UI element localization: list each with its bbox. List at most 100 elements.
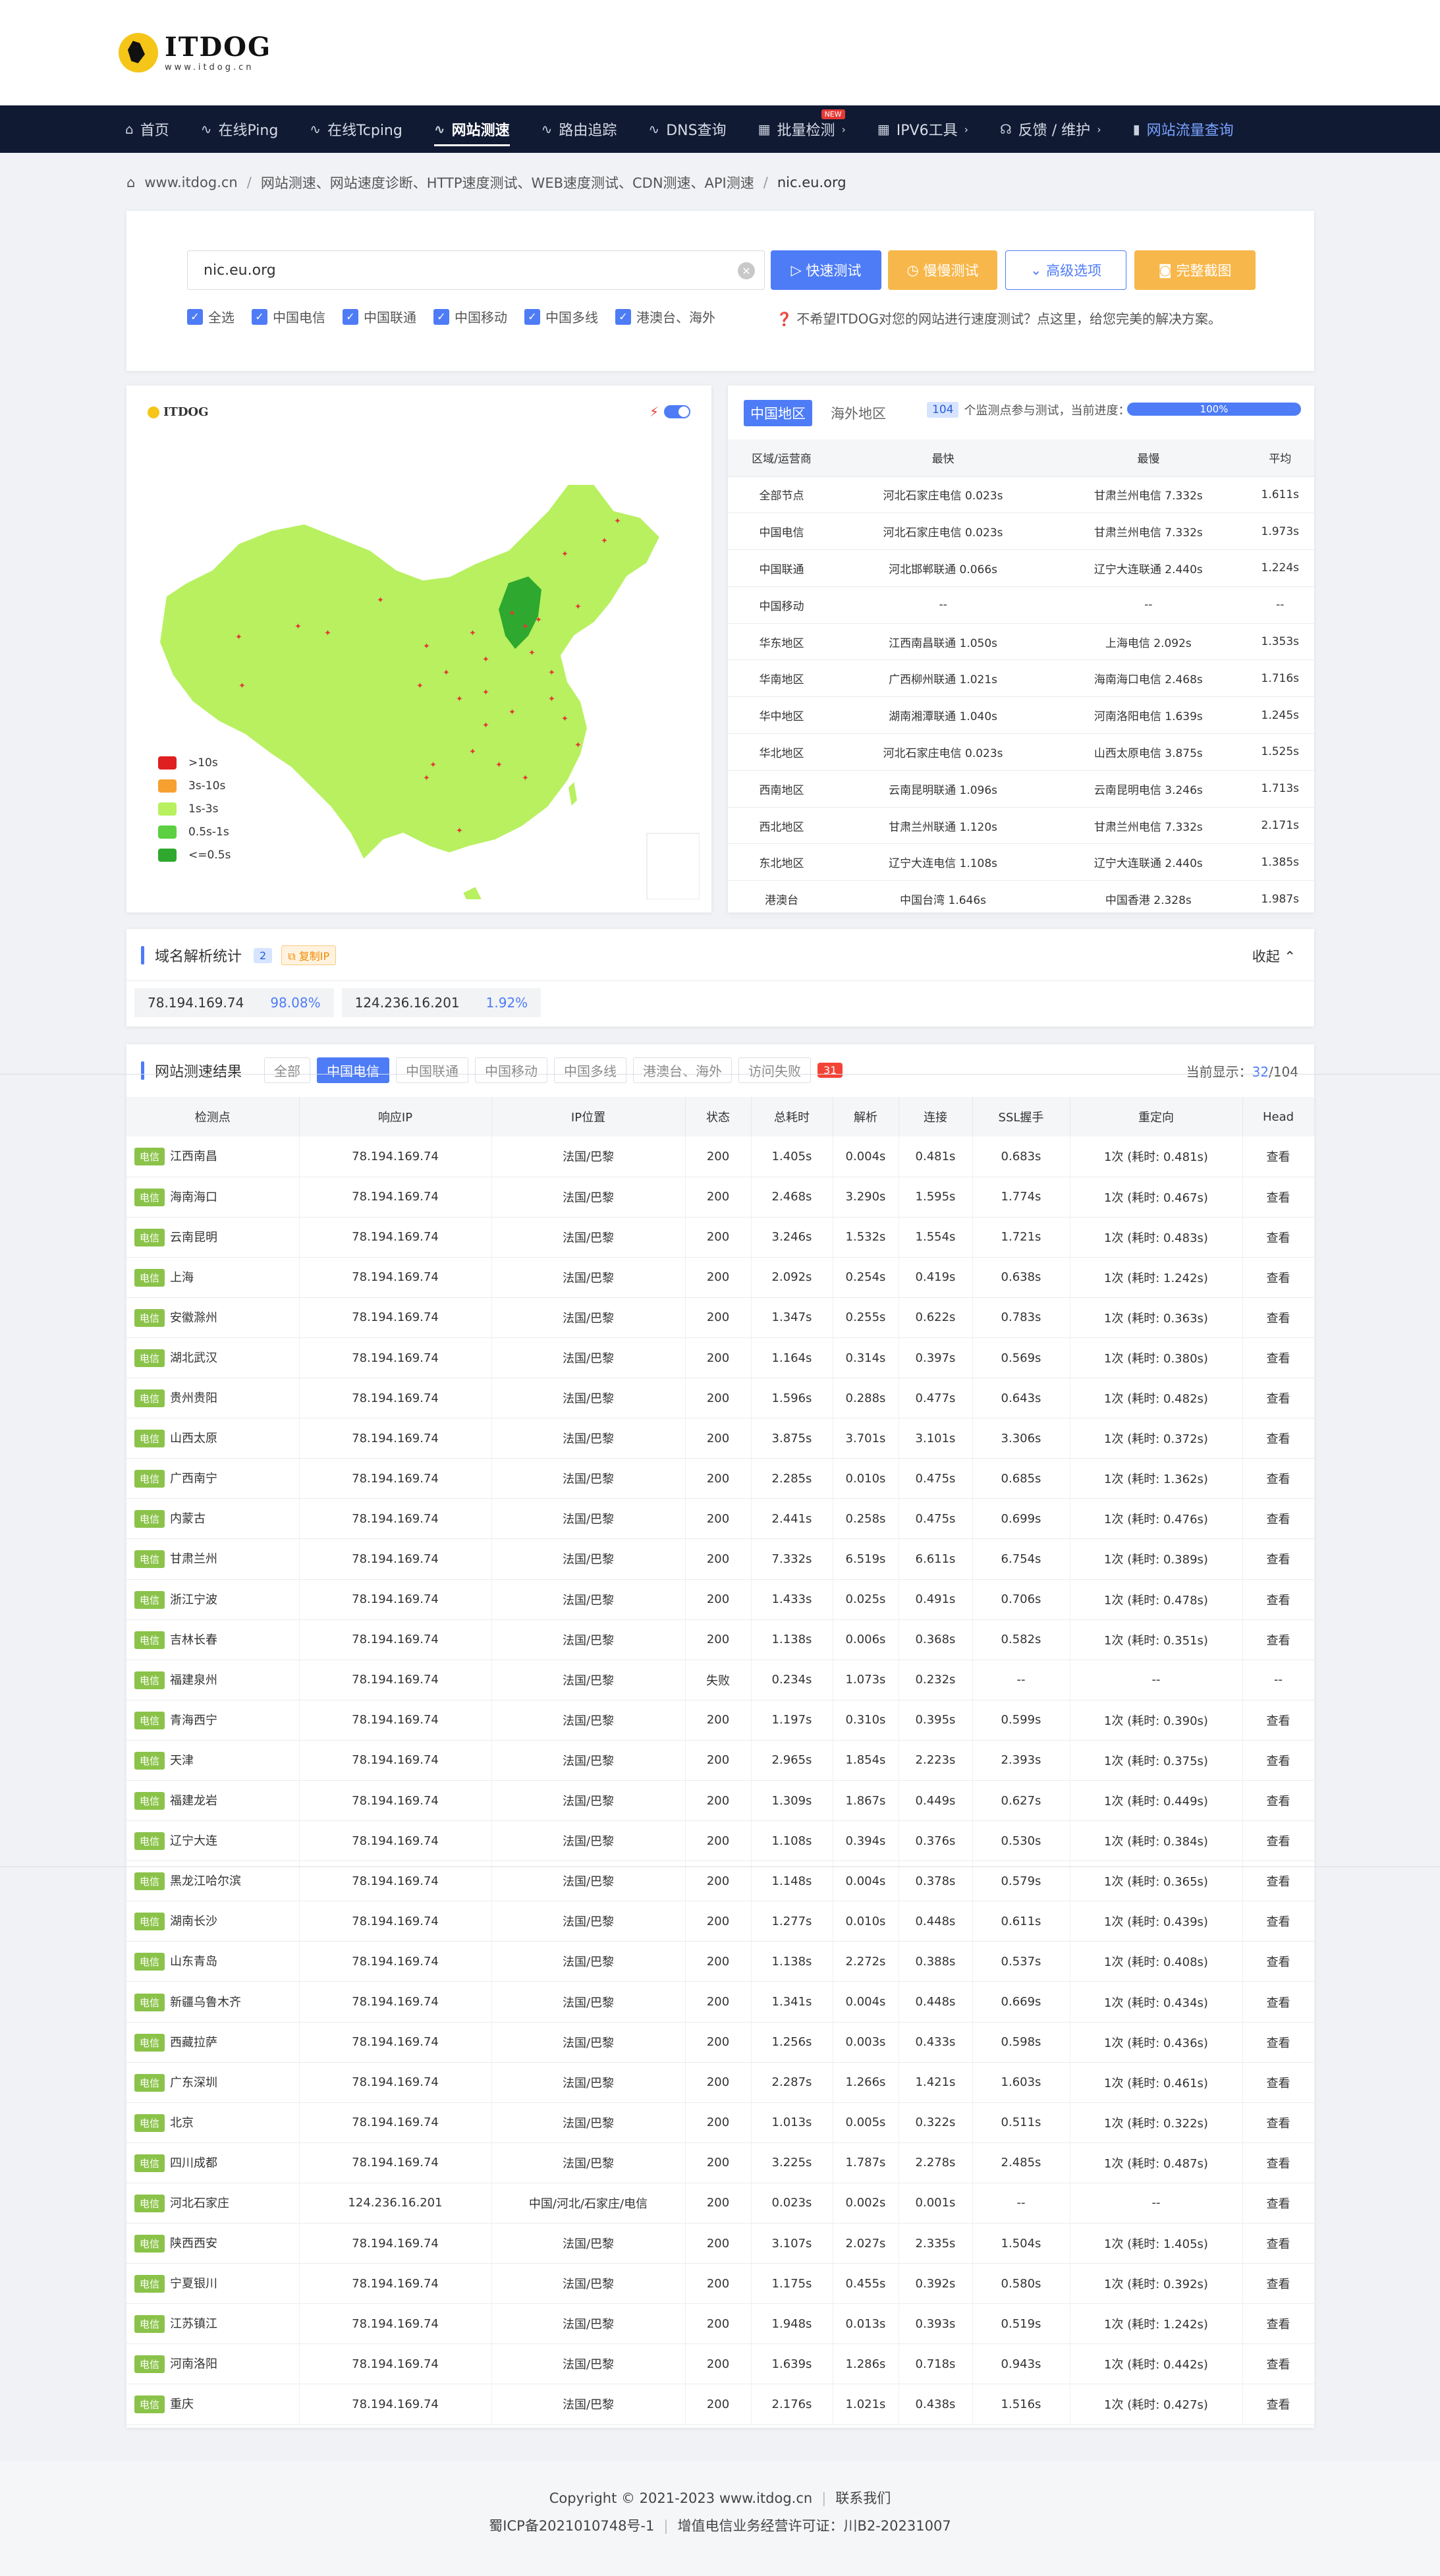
view-head-link[interactable]: 查看 — [1242, 1740, 1315, 1781]
nav-item-0[interactable]: ⌂ 首页 — [125, 105, 169, 153]
map-node-marker[interactable]: ✦ — [423, 773, 430, 783]
view-head-link[interactable]: 查看 — [1242, 1981, 1315, 2023]
tab-overseas[interactable]: 海外地区 — [824, 400, 893, 426]
view-head-link[interactable]: 查看 — [1242, 1901, 1315, 1942]
map-node-marker[interactable]: ✦ — [522, 773, 529, 783]
map-node-marker[interactable]: ✦ — [238, 681, 246, 691]
checkbox-4[interactable]: ✓ 中国多线 — [524, 307, 598, 326]
view-head-link[interactable]: 查看 — [1242, 1177, 1315, 1218]
map-node-marker[interactable]: ✦ — [456, 826, 463, 836]
map-node-marker[interactable]: ✦ — [522, 622, 529, 632]
icp-link[interactable]: 蜀ICP备2021010748号-1 — [489, 2518, 654, 2534]
nav-item-8[interactable]: ☊ 反馈 / 维护 › — [1000, 105, 1101, 153]
view-head-link[interactable]: 查看 — [1242, 1458, 1315, 1499]
view-head-link[interactable]: 查看 — [1242, 1941, 1315, 1982]
view-head-link[interactable]: 查看 — [1242, 2343, 1315, 2385]
nav-item-4[interactable]: ∿ 路由追踪 — [541, 105, 617, 153]
screenshot-button[interactable]: ◙ 完整截图 — [1134, 250, 1256, 290]
view-head-link[interactable]: 查看 — [1242, 2303, 1315, 2345]
map-node-marker[interactable]: ✦ — [509, 708, 516, 717]
view-head-link[interactable]: 查看 — [1242, 1780, 1315, 1822]
map-node-marker[interactable]: ✦ — [469, 629, 476, 638]
nav-item-5[interactable]: ∿ DNS查询 — [648, 105, 726, 153]
checkbox-0[interactable]: ✓ 全选 — [187, 307, 235, 326]
map-node-marker[interactable]: ✦ — [324, 629, 331, 638]
nav-item-9[interactable]: ▮ 网站流量查询 — [1133, 105, 1234, 153]
collapse-button[interactable]: 收起 ⌃ — [1252, 946, 1296, 966]
map-node-marker[interactable]: ✦ — [614, 517, 621, 526]
breadcrumb-section[interactable]: 网站测速、网站速度诊断、HTTP速度测试、WEB速度测试、CDN测速、API测速 — [261, 173, 754, 192]
filter-tab-1[interactable]: 中国电信 — [317, 1057, 390, 1083]
view-head-link[interactable]: 查看 — [1242, 1619, 1315, 1660]
checkbox-3[interactable]: ✓ 中国移动 — [433, 307, 507, 326]
map-toggle[interactable]: ⚡ — [650, 404, 690, 420]
view-head-link[interactable]: 查看 — [1242, 1257, 1315, 1298]
view-head-link[interactable]: 查看 — [1242, 2263, 1315, 2305]
opt-out-notice[interactable]: ❓ 不希望ITDOG对您的网站进行速度测试？点这里，给您完美的解决方案。 — [776, 308, 1221, 327]
contact-link[interactable]: 联系我们 — [835, 2490, 891, 2506]
filter-tab-3[interactable]: 中国移动 — [475, 1057, 548, 1083]
map-node-marker[interactable]: ✦ — [482, 688, 489, 698]
map-node-marker[interactable]: ✦ — [548, 668, 555, 678]
view-head-link[interactable]: 查看 — [1242, 1820, 1315, 1862]
map-node-marker[interactable]: ✦ — [561, 549, 568, 559]
map-node-marker[interactable]: ✦ — [561, 714, 568, 724]
view-head-link[interactable]: 查看 — [1242, 1418, 1315, 1459]
nav-item-1[interactable]: ∿ 在线Ping — [201, 105, 279, 153]
view-head-link[interactable]: 查看 — [1242, 2223, 1315, 2264]
map-node-marker[interactable]: ✦ — [469, 747, 476, 757]
view-head-link[interactable]: 查看 — [1242, 2183, 1315, 2224]
map-node-marker[interactable]: ✦ — [574, 741, 582, 750]
filter-tab-4[interactable]: 中国多线 — [554, 1057, 627, 1083]
map-node-marker[interactable]: ✦ — [443, 668, 450, 678]
nav-item-3[interactable]: ∿ 网站测速 — [433, 105, 510, 153]
map-node-marker[interactable]: ✦ — [294, 622, 302, 632]
view-head-link[interactable]: 查看 — [1242, 1217, 1315, 1258]
map-node-marker[interactable]: ✦ — [423, 642, 430, 652]
ip-chip[interactable]: 124.236.16.201 1.92% — [341, 988, 541, 1017]
nav-item-6[interactable]: ▦ 批量检测 › NEW — [758, 105, 846, 153]
quick-test-button[interactable]: ▷ 快速测试 — [771, 250, 881, 290]
view-head-link[interactable]: 查看 — [1242, 2102, 1315, 2143]
map-node-marker[interactable]: ✦ — [429, 760, 437, 770]
nav-item-7[interactable]: ▦ IPV6工具 › — [877, 105, 968, 153]
filter-tab-2[interactable]: 中国联通 — [396, 1057, 469, 1083]
view-head-link[interactable]: 查看 — [1242, 2062, 1315, 2103]
checkbox-5[interactable]: ✓ 港澳台、海外 — [615, 307, 715, 326]
filter-tab-5[interactable]: 港澳台、海外 — [633, 1057, 733, 1083]
filter-tab-0[interactable]: 全部 — [264, 1057, 311, 1083]
slow-test-button[interactable]: ◷ 慢慢测试 — [888, 250, 997, 290]
tab-china[interactable]: 中国地区 — [744, 400, 812, 426]
map-node-marker[interactable]: ✦ — [548, 694, 555, 704]
checkbox-2[interactable]: ✓ 中国联通 — [343, 307, 416, 326]
map-node-marker[interactable]: ✦ — [235, 632, 242, 642]
map-node-marker[interactable]: ✦ — [509, 609, 516, 619]
map-node-marker[interactable]: ✦ — [482, 721, 489, 731]
map-node-marker[interactable]: ✦ — [416, 681, 424, 691]
view-head-link[interactable]: 查看 — [1242, 1337, 1315, 1379]
clear-icon[interactable]: ✕ — [738, 262, 755, 279]
view-head-link[interactable]: 查看 — [1242, 1498, 1315, 1540]
breadcrumb-home[interactable]: www.itdog.cn — [144, 175, 237, 190]
advanced-options-button[interactable]: ⌄ 高级选项 — [1005, 250, 1126, 290]
view-head-link[interactable]: 查看 — [1242, 2022, 1315, 2063]
map-node-marker[interactable]: ✦ — [535, 615, 542, 625]
view-head-link[interactable]: 查看 — [1242, 1538, 1315, 1580]
ip-chip[interactable]: 78.194.169.74 98.08% — [134, 988, 334, 1017]
toggle-switch[interactable] — [664, 405, 690, 418]
copy-ip-button[interactable]: ⧉ 复制IP — [281, 945, 337, 965]
map-node-marker[interactable]: ✦ — [528, 648, 536, 658]
map-node-marker[interactable]: ✦ — [495, 760, 503, 770]
view-head-link[interactable]: 查看 — [1242, 1297, 1315, 1338]
map-node-marker[interactable]: ✦ — [377, 596, 384, 605]
map-node-marker[interactable]: ✦ — [456, 694, 463, 704]
view-head-link[interactable]: 查看 — [1242, 1378, 1315, 1419]
checkbox-1[interactable]: ✓ 中国电信 — [252, 307, 325, 326]
view-head-link[interactable]: 查看 — [1242, 2384, 1315, 2425]
map-node-marker[interactable]: ✦ — [482, 655, 489, 665]
url-input[interactable]: nic.eu.org ✕ — [187, 250, 765, 290]
site-logo[interactable]: ITDOG www.itdog.cn — [119, 33, 271, 72]
map-node-marker[interactable]: ✦ — [601, 536, 608, 546]
view-head-link[interactable]: 查看 — [1242, 1700, 1315, 1741]
nav-item-2[interactable]: ∿ 在线Tcping — [310, 105, 402, 153]
